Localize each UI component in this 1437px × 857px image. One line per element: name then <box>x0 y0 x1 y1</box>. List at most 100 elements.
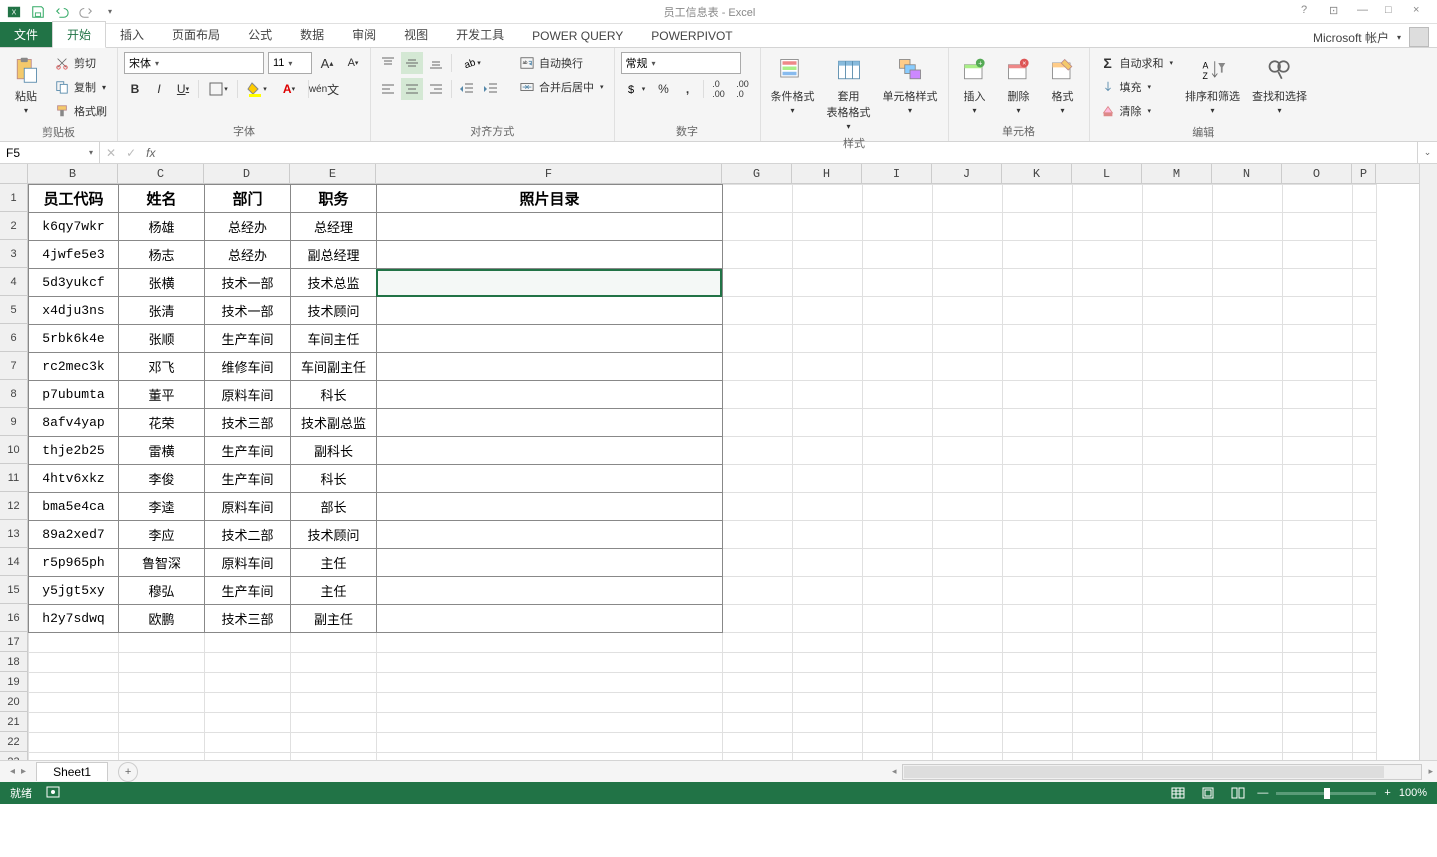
cell-P9[interactable] <box>1353 409 1377 437</box>
col-header-G[interactable]: G <box>722 164 792 183</box>
cell-F20[interactable] <box>377 693 723 713</box>
cell-B19[interactable] <box>29 673 119 693</box>
row-header-5[interactable]: 5 <box>0 296 28 324</box>
maximize-icon[interactable]: □ <box>1385 4 1401 20</box>
cut-button[interactable]: 剪切 <box>50 52 111 74</box>
increase-indent-icon[interactable] <box>480 78 502 100</box>
italic-icon[interactable]: I <box>148 78 170 100</box>
cell-O18[interactable] <box>1283 653 1353 673</box>
cell-E14[interactable]: 主任 <box>291 549 377 577</box>
cell-F11[interactable] <box>377 465 723 493</box>
row-header-1[interactable]: 1 <box>0 184 28 212</box>
cell-E1[interactable]: 职务 <box>291 185 377 213</box>
name-box[interactable]: F5▾ <box>0 142 100 163</box>
cell-M18[interactable] <box>1143 653 1213 673</box>
tab-formulas[interactable]: 公式 <box>234 22 286 47</box>
copy-button[interactable]: 复制▾ <box>50 76 111 98</box>
cell-P19[interactable] <box>1353 673 1377 693</box>
cell-J15[interactable] <box>933 577 1003 605</box>
select-all-corner[interactable] <box>0 164 28 183</box>
cell-D4[interactable]: 技术一部 <box>205 269 291 297</box>
cell-F2[interactable] <box>377 213 723 241</box>
cell-C22[interactable] <box>119 733 205 753</box>
cell-D14[interactable]: 原料车间 <box>205 549 291 577</box>
cell-L20[interactable] <box>1073 693 1143 713</box>
cell-C11[interactable]: 李俊 <box>119 465 205 493</box>
cell-D23[interactable] <box>205 753 291 761</box>
cell-I15[interactable] <box>863 577 933 605</box>
cell-H23[interactable] <box>793 753 863 761</box>
cell-J10[interactable] <box>933 437 1003 465</box>
cell-H22[interactable] <box>793 733 863 753</box>
cell-E7[interactable]: 车间副主任 <box>291 353 377 381</box>
cell-N19[interactable] <box>1213 673 1283 693</box>
cell-G8[interactable] <box>723 381 793 409</box>
cell-L22[interactable] <box>1073 733 1143 753</box>
cell-I14[interactable] <box>863 549 933 577</box>
cell-L15[interactable] <box>1073 577 1143 605</box>
increase-font-icon[interactable]: A▴ <box>316 52 338 74</box>
cell-J19[interactable] <box>933 673 1003 693</box>
cell-E22[interactable] <box>291 733 377 753</box>
cell-E8[interactable]: 科长 <box>291 381 377 409</box>
col-header-E[interactable]: E <box>290 164 376 183</box>
cell-O7[interactable] <box>1283 353 1353 381</box>
cell-L23[interactable] <box>1073 753 1143 761</box>
cell-I23[interactable] <box>863 753 933 761</box>
cell-K4[interactable] <box>1003 269 1073 297</box>
cell-D6[interactable]: 生产车间 <box>205 325 291 353</box>
cell-F16[interactable] <box>377 605 723 633</box>
accounting-format-icon[interactable]: $▾ <box>621 78 651 100</box>
cell-J16[interactable] <box>933 605 1003 633</box>
cell-L16[interactable] <box>1073 605 1143 633</box>
underline-icon[interactable]: U▾ <box>172 78 194 100</box>
cell-C3[interactable]: 杨志 <box>119 241 205 269</box>
cell-B17[interactable] <box>29 633 119 653</box>
tab-home[interactable]: 开始 <box>52 21 106 48</box>
sheet-nav-last-icon[interactable]: ▸ <box>21 766 26 777</box>
cell-I2[interactable] <box>863 213 933 241</box>
cell-E21[interactable] <box>291 713 377 733</box>
cell-F18[interactable] <box>377 653 723 673</box>
cell-J7[interactable] <box>933 353 1003 381</box>
cell-P10[interactable] <box>1353 437 1377 465</box>
cell-B5[interactable]: x4dju3ns <box>29 297 119 325</box>
cell-O21[interactable] <box>1283 713 1353 733</box>
cell-D22[interactable] <box>205 733 291 753</box>
zoom-in-icon[interactable]: + <box>1384 787 1390 799</box>
cell-F13[interactable] <box>377 521 723 549</box>
cell-I13[interactable] <box>863 521 933 549</box>
cell-I3[interactable] <box>863 241 933 269</box>
cell-H11[interactable] <box>793 465 863 493</box>
cell-F15[interactable] <box>377 577 723 605</box>
cell-I6[interactable] <box>863 325 933 353</box>
cell-B7[interactable]: rc2mec3k <box>29 353 119 381</box>
cell-C8[interactable]: 董平 <box>119 381 205 409</box>
cell-F21[interactable] <box>377 713 723 733</box>
row-header-4[interactable]: 4 <box>0 268 28 296</box>
cells-table[interactable]: 员工代码姓名部门职务照片目录k6qy7wkr杨雄总经办总经理4jwfe5e3杨志… <box>28 184 1377 760</box>
cell-I11[interactable] <box>863 465 933 493</box>
cell-G14[interactable] <box>723 549 793 577</box>
cell-L17[interactable] <box>1073 633 1143 653</box>
cell-C14[interactable]: 鲁智深 <box>119 549 205 577</box>
cell-G21[interactable] <box>723 713 793 733</box>
row-header-18[interactable]: 18 <box>0 652 28 672</box>
cell-G5[interactable] <box>723 297 793 325</box>
cell-M6[interactable] <box>1143 325 1213 353</box>
row-header-16[interactable]: 16 <box>0 604 28 632</box>
cell-F14[interactable] <box>377 549 723 577</box>
cell-J9[interactable] <box>933 409 1003 437</box>
cell-M23[interactable] <box>1143 753 1213 761</box>
cell-B13[interactable]: 89a2xed7 <box>29 521 119 549</box>
tab-powerquery[interactable]: POWER QUERY <box>518 25 637 47</box>
cell-N10[interactable] <box>1213 437 1283 465</box>
cell-M21[interactable] <box>1143 713 1213 733</box>
cell-G7[interactable] <box>723 353 793 381</box>
cell-F10[interactable] <box>377 437 723 465</box>
cell-D5[interactable]: 技术一部 <box>205 297 291 325</box>
cell-F19[interactable] <box>377 673 723 693</box>
decrease-font-icon[interactable]: A▾ <box>342 52 364 74</box>
cell-K9[interactable] <box>1003 409 1073 437</box>
cell-I10[interactable] <box>863 437 933 465</box>
